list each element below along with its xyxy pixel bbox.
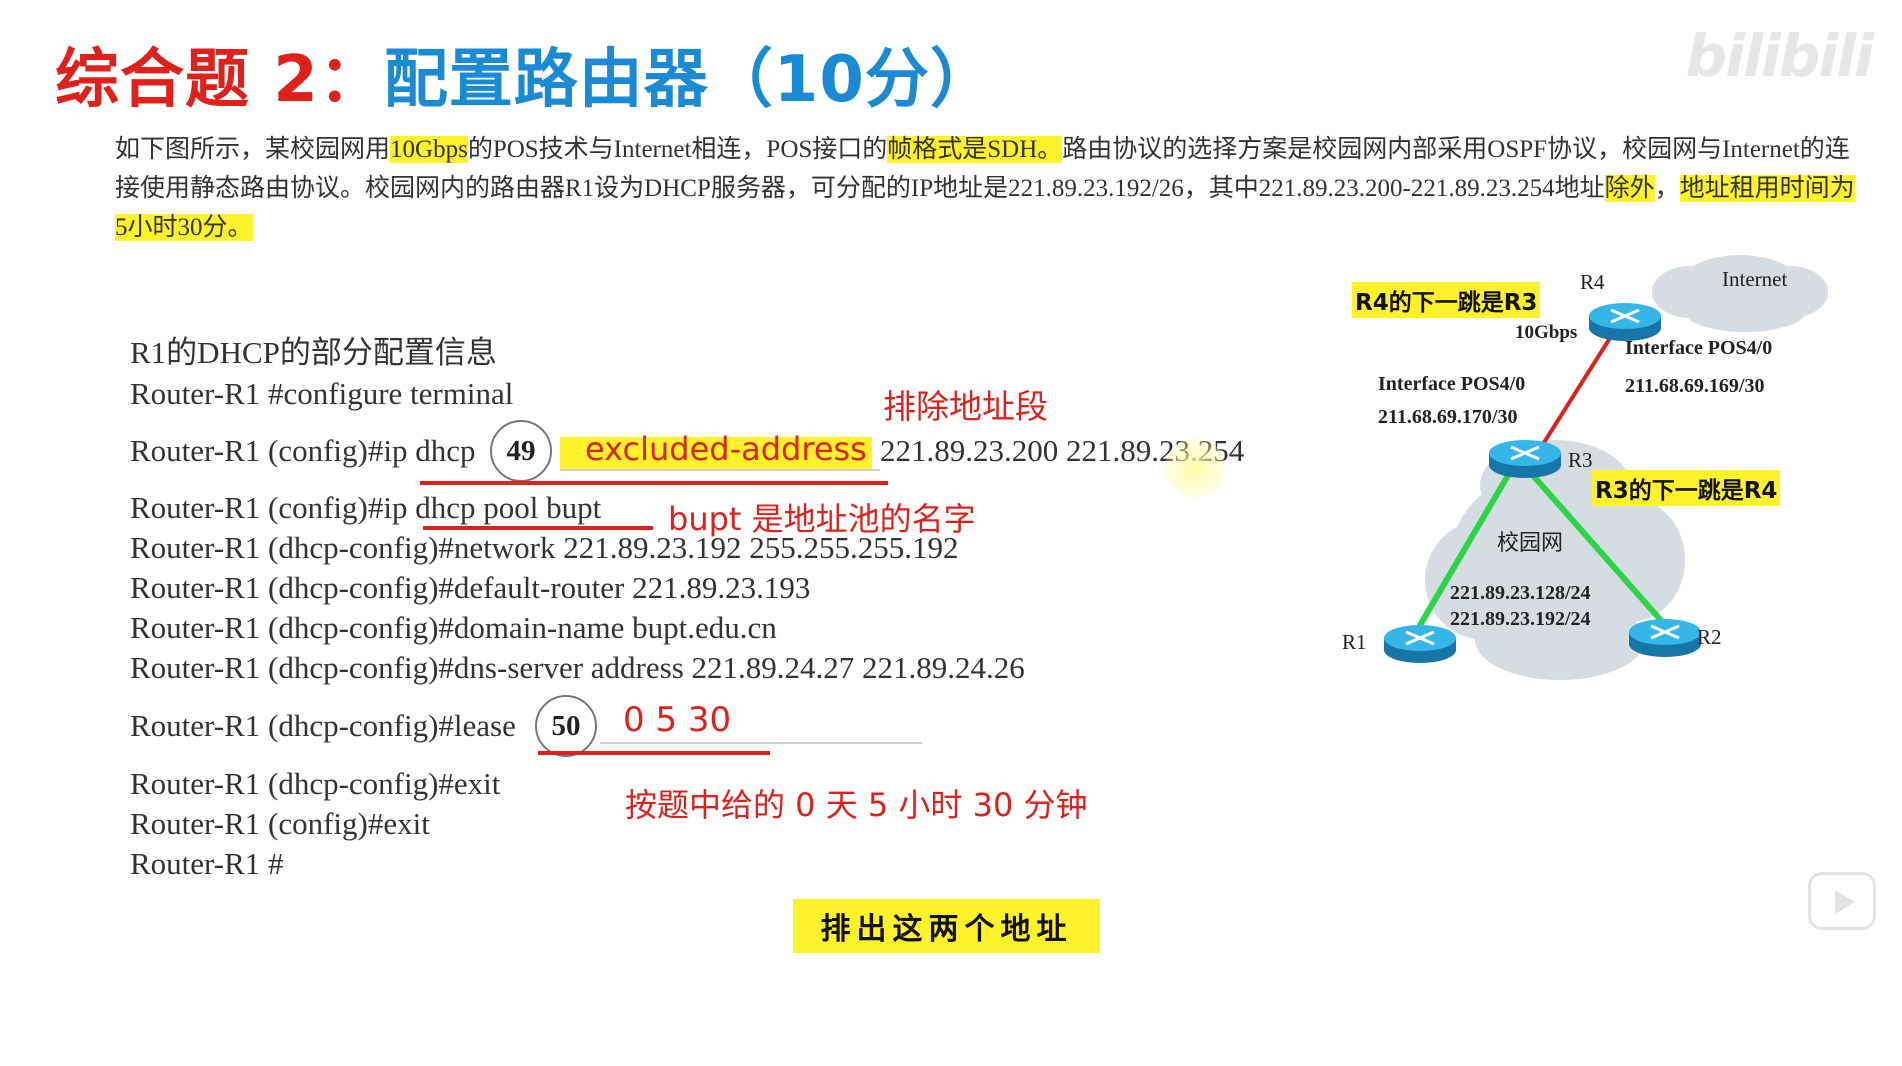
annotation-yellow-note: 排出这两个地址	[793, 899, 1100, 953]
link-speed-label: 10Gbps	[1515, 322, 1578, 343]
config-line: Router-R1 (dhcp-config)#network 221.89.2…	[130, 530, 959, 565]
desc-text: ，	[1654, 175, 1680, 202]
cursor-highlight	[1165, 438, 1225, 498]
play-icon	[1835, 890, 1855, 914]
config-line: Router-R1 #	[130, 846, 284, 881]
question-description: 如下图所示，某校园网用10Gbps的POS技术与Internet相连，POS接口…	[115, 130, 1855, 247]
config-line: Router-R1 (config)#ip dhcp	[130, 433, 476, 468]
internet-label: Internet	[1722, 267, 1788, 291]
blank-49-circle: 49	[490, 420, 552, 482]
annotation-exclude-range: 排除地址段	[883, 387, 1048, 426]
r3-interface-ip: 211.68.69.170/30	[1378, 406, 1518, 428]
r4-label: R4	[1580, 270, 1605, 294]
red-underline	[538, 751, 770, 755]
title-question-number: 综合题 2：	[55, 43, 384, 117]
config-line: Router-R1 (dhcp-config)#dns-server addre…	[130, 650, 1025, 685]
config-line: Router-R1 (config)#ip dhcp pool bupt	[130, 490, 602, 525]
config-line: Router-R1 (dhcp-config)#lease	[130, 708, 516, 743]
note-r3-next-hop: R3的下一跳是R4	[1592, 470, 1781, 506]
router-r4-icon	[1589, 303, 1661, 341]
router-r2-icon	[1629, 619, 1701, 657]
desc-highlight: 帧格式是SDH。	[887, 136, 1063, 163]
desc-text: 的POS技术与Internet相连，POS接口的	[467, 136, 888, 163]
answer-49: excluded-address	[585, 430, 867, 468]
r3-interface-name: Interface POS4/0	[1378, 373, 1526, 395]
subnet-1-label: 221.89.23.128/24	[1450, 582, 1591, 604]
annotation-lease-note: 按题中给的 0 天 5 小时 30 分钟	[625, 786, 1088, 824]
config-heading: R1的DHCP的部分配置信息	[130, 335, 497, 370]
config-line: Router-R1 (dhcp-config)#default-router 2…	[130, 570, 811, 605]
r1-label: R1	[1342, 630, 1367, 654]
router-r3-icon	[1489, 440, 1561, 478]
note-r4-next-hop: R4的下一跳是R3	[1352, 282, 1541, 318]
subnet-2-label: 221.89.23.192/24	[1450, 608, 1591, 630]
answer-50: 0 5 30	[623, 700, 732, 740]
desc-highlight: 除外	[1604, 175, 1655, 202]
blank-line	[600, 742, 922, 744]
title-topic: 配置路由器（10分）	[383, 43, 995, 117]
red-underline	[420, 481, 888, 485]
r3-label: R3	[1568, 448, 1593, 472]
page-title: 综合题 2：配置路由器（10分）	[55, 28, 995, 120]
r4-interface-name: Interface POS4/0	[1625, 337, 1773, 359]
link-r4-r3	[1536, 336, 1612, 454]
router-r1-icon	[1384, 625, 1456, 663]
config-line: Router-R1 (dhcp-config)#domain-name bupt…	[130, 610, 777, 645]
blank-line	[560, 469, 880, 471]
blank-50-circle: 50	[535, 695, 597, 757]
desc-text: 如下图所示，某校园网用	[115, 136, 391, 163]
config-line: Router-R1 (config)#exit	[130, 806, 430, 841]
play-button[interactable]	[1808, 872, 1876, 930]
config-line: Router-R1 #configure terminal	[130, 376, 514, 411]
desc-highlight: 10Gbps	[390, 136, 468, 163]
campus-network-label: 校园网	[1497, 531, 1564, 556]
config-line: Router-R1 (dhcp-config)#exit	[130, 766, 501, 801]
bilibili-watermark: bilibili	[1685, 22, 1874, 90]
r4-interface-ip: 211.68.69.169/30	[1625, 375, 1765, 397]
r2-label: R2	[1697, 625, 1722, 649]
